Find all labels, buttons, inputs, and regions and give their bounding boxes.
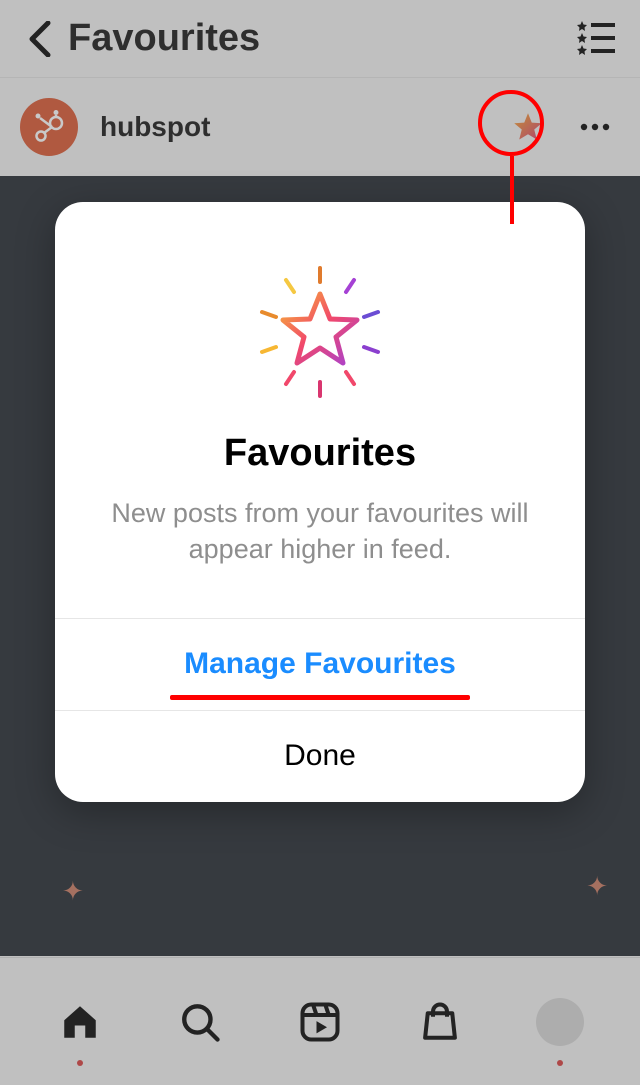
modal-body: Favourites New posts from your favourite… xyxy=(55,202,585,618)
reels-icon xyxy=(299,1001,341,1043)
avatar[interactable] xyxy=(20,98,78,156)
done-label: Done xyxy=(284,739,356,773)
more-options-button[interactable] xyxy=(570,102,620,152)
star-filled-icon xyxy=(513,112,543,142)
star-burst-icon xyxy=(250,262,390,402)
nav-profile[interactable] xyxy=(530,992,590,1052)
done-button[interactable]: Done xyxy=(55,710,585,802)
more-horizontal-icon xyxy=(580,123,610,131)
modal-title: Favourites xyxy=(85,432,555,475)
annotation-underline xyxy=(170,695,470,700)
app-header: Favourites xyxy=(0,0,640,78)
nav-reels[interactable] xyxy=(290,992,350,1052)
hubspot-logo-icon xyxy=(32,110,66,144)
page-title: Favourites xyxy=(68,17,260,60)
nav-home[interactable] xyxy=(50,992,110,1052)
sparkle-icon: ✦ xyxy=(62,876,84,907)
chevron-left-icon xyxy=(28,21,52,57)
favourite-star-button[interactable] xyxy=(498,97,558,157)
feed-options-button[interactable] xyxy=(572,15,620,63)
profile-avatar-icon xyxy=(536,998,584,1046)
manage-favourites-label: Manage Favourites xyxy=(184,647,456,681)
modal-description: New posts from your favourites will appe… xyxy=(85,495,555,568)
shopping-bag-icon xyxy=(419,1001,461,1043)
nav-shop[interactable] xyxy=(410,992,470,1052)
home-icon xyxy=(59,1001,101,1043)
search-icon xyxy=(179,1001,221,1043)
favourites-modal: Favourites New posts from your favourite… xyxy=(55,202,585,802)
bottom-nav xyxy=(0,957,640,1085)
notification-dot xyxy=(77,1060,83,1066)
nav-search[interactable] xyxy=(170,992,230,1052)
back-button[interactable] xyxy=(20,19,60,59)
manage-favourites-button[interactable]: Manage Favourites xyxy=(55,618,585,710)
star-list-icon xyxy=(576,21,616,57)
post-header: hubspot xyxy=(0,78,640,176)
notification-dot xyxy=(557,1060,563,1066)
username-label[interactable]: hubspot xyxy=(100,111,210,143)
sparkle-icon: ✦ xyxy=(586,871,608,902)
